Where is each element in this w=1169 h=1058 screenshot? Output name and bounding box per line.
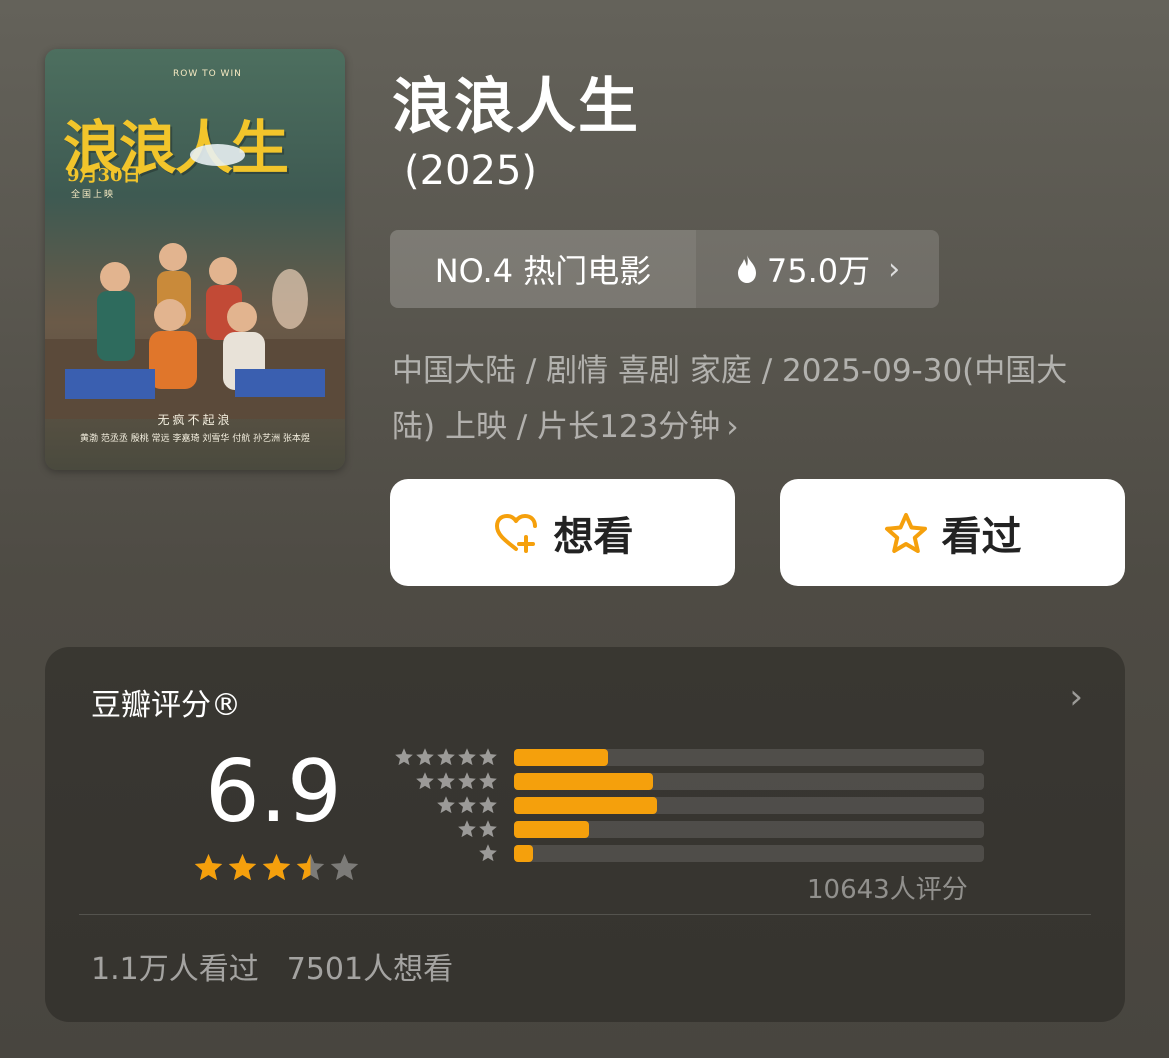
poster-english-title: ROW TO WIN (173, 69, 242, 79)
rank-pill[interactable]: NO.4 热门电影 75.0万 › (390, 230, 939, 308)
divider (79, 914, 1091, 915)
rating-score: 6.9 (205, 742, 342, 842)
meta-line-2-wrap: 陆) 上映 / 片长123分钟 › (392, 399, 1132, 455)
small-star-icon (437, 772, 455, 790)
want-count: 7501人想看 (286, 952, 454, 987)
small-star-icon (416, 772, 434, 790)
movie-year: (2025) (404, 148, 538, 194)
heart-plus-icon (494, 513, 537, 553)
rating-count: 10643人评分 (807, 875, 968, 905)
small-star-icon (437, 748, 455, 766)
watched-button[interactable]: 看过 (780, 479, 1125, 586)
small-star-icon (479, 796, 497, 814)
distribution-bar (514, 748, 608, 766)
small-star-icon (437, 796, 455, 814)
chevron-right-icon: › (726, 409, 739, 445)
meta-line-2: 陆) 上映 / 片长123分钟 (392, 409, 721, 445)
distribution-track (514, 772, 984, 790)
rank-label[interactable]: NO.4 热门电影 (390, 230, 696, 308)
meta-line-1: 中国大陆 / 剧情 喜剧 家庭 / 2025-09-30(中国大 (392, 353, 1068, 389)
star-icon (194, 853, 223, 881)
distribution-stars (380, 819, 498, 839)
poster-artwork (45, 243, 345, 419)
small-star-icon (479, 748, 497, 766)
rating-distribution (380, 745, 984, 865)
poster-release-sub: 全国上映 (71, 190, 116, 200)
distribution-row (380, 745, 984, 769)
movie-meta[interactable]: 中国大陆 / 剧情 喜剧 家庭 / 2025-09-30(中国大 陆) 上映 /… (392, 343, 1132, 455)
star-outline-icon (884, 512, 927, 553)
small-star-icon (458, 796, 476, 814)
heat-indicator[interactable]: 75.0万 › (696, 230, 939, 308)
watch-stats: 1.1万人看过 7501人想看 (91, 944, 481, 988)
star-icon (296, 853, 325, 881)
distribution-stars (380, 747, 498, 767)
poster-tagline: 无疯不起浪 (157, 413, 233, 427)
distribution-track (514, 748, 984, 766)
small-star-icon (479, 820, 497, 838)
want-to-watch-button[interactable]: 想看 (390, 479, 735, 586)
small-star-icon (458, 820, 476, 838)
small-star-icon (479, 844, 497, 862)
distribution-row (380, 769, 984, 793)
chevron-right-icon[interactable]: › (1069, 677, 1083, 717)
small-star-icon (458, 772, 476, 790)
small-star-icon (458, 748, 476, 766)
distribution-track (514, 796, 984, 814)
small-star-icon (416, 748, 434, 766)
movie-title: 浪浪人生 (392, 72, 640, 142)
star-icon (262, 853, 291, 881)
star-icon (228, 853, 257, 881)
distribution-row (380, 841, 984, 865)
small-star-icon (395, 748, 413, 766)
distribution-bar (514, 820, 590, 838)
poster-credits: 黄渤 范丞丞 殷桃 常远 李嘉琦 刘雪华 付航 孙艺洲 张本煜 (80, 434, 310, 444)
seen-label: 看过 (941, 513, 1022, 560)
distribution-track (514, 844, 984, 862)
distribution-stars (380, 771, 498, 791)
distribution-stars (380, 843, 498, 863)
rating-stars (193, 852, 360, 883)
poster-release-date: 9月30日 (67, 165, 141, 186)
small-star-icon (479, 772, 497, 790)
rating-section-title: 豆瓣评分® (91, 688, 241, 723)
poster-lamp (190, 144, 245, 166)
movie-poster[interactable]: ROW TO WIN 浪浪人生 9月30日 全国上映 无疯不起浪 黄渤 范丞丞 … (45, 49, 345, 470)
chevron-right-icon: › (888, 251, 901, 287)
seen-count: 1.1万人看过 (91, 952, 259, 987)
distribution-bar (514, 772, 653, 790)
distribution-row (380, 817, 984, 841)
distribution-bar (514, 796, 658, 814)
distribution-stars (380, 795, 498, 815)
flame-icon (737, 255, 756, 283)
rating-card[interactable]: 豆瓣评分® › 6.9 10643人评分 1.1万人看过 7501人想看 (45, 647, 1125, 1022)
star-icon (330, 853, 359, 881)
heat-value: 75.0万 (766, 252, 871, 290)
distribution-bar (514, 844, 533, 862)
distribution-row (380, 793, 984, 817)
want-label: 想看 (553, 513, 634, 560)
distribution-track (514, 820, 984, 838)
